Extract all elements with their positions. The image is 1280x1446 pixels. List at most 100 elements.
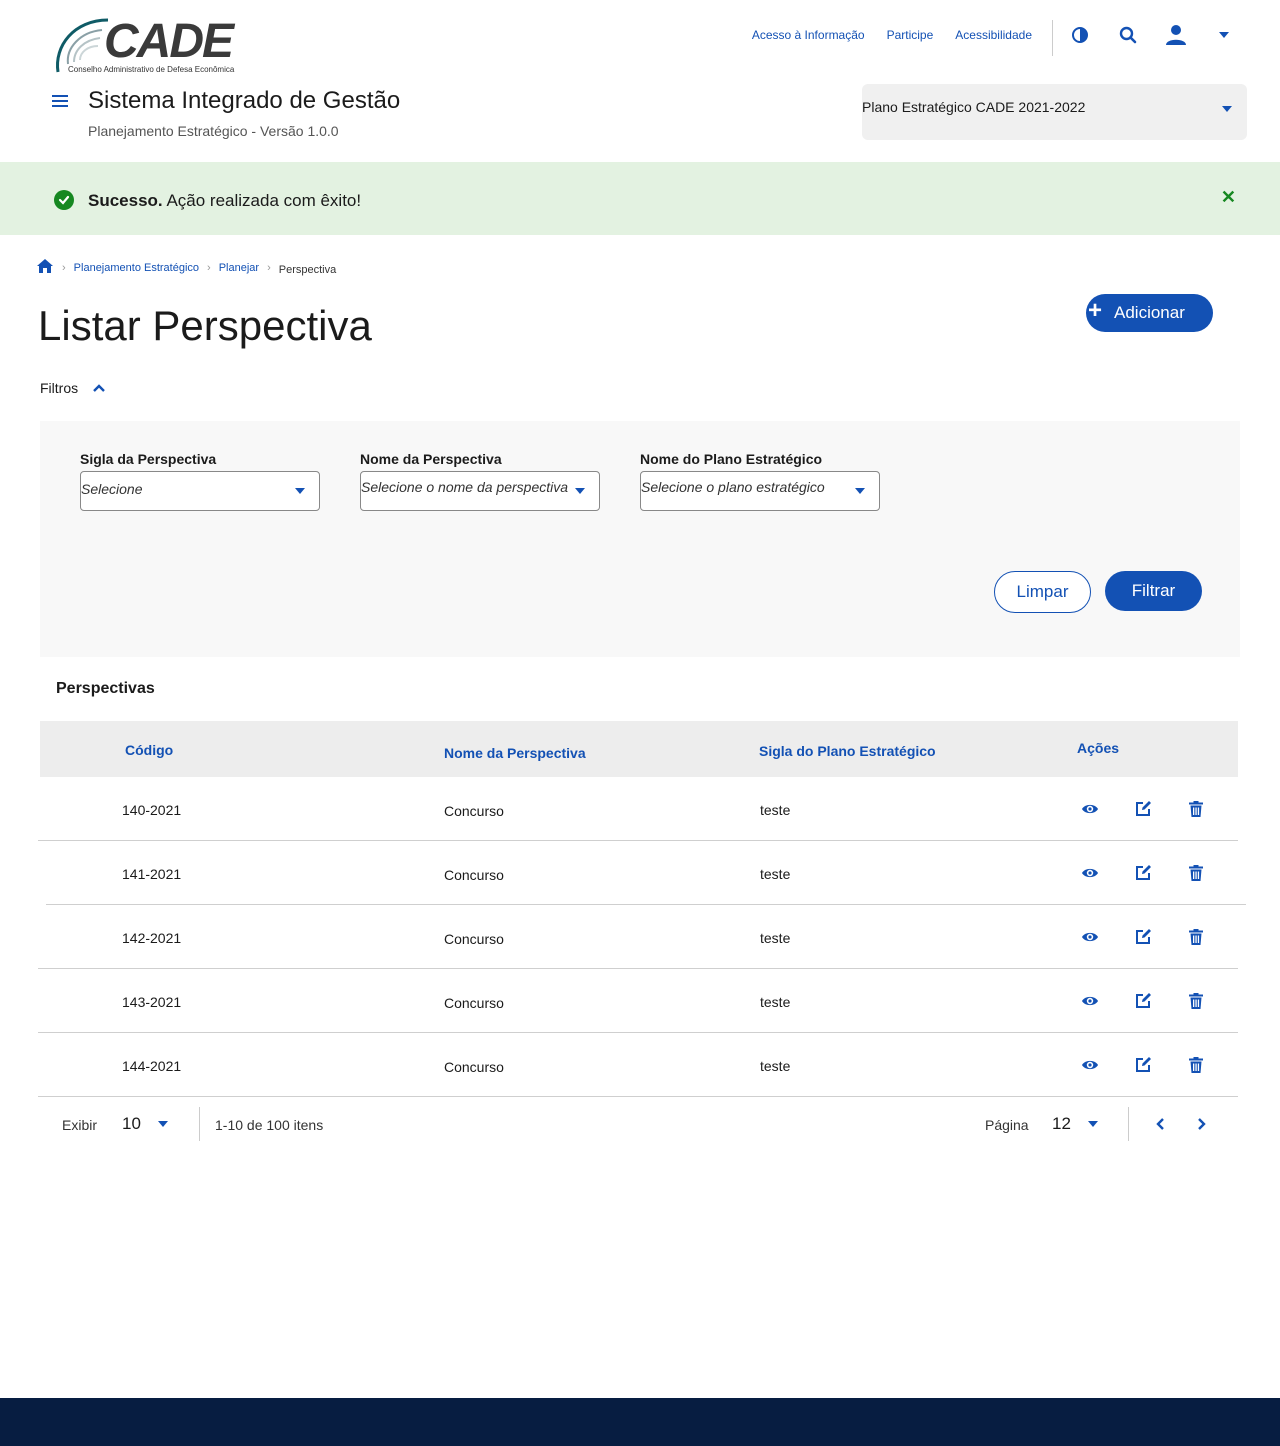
link-acessibilidade[interactable]: Acessibilidade (955, 28, 1032, 42)
per-page-select[interactable]: 10 (122, 1112, 178, 1136)
column-nome[interactable]: Nome da Perspectiva (444, 745, 586, 761)
edit-icon[interactable] (1134, 928, 1152, 946)
table-row: 140-2021 Concurso teste (38, 777, 1238, 841)
plan-select-value: Plano Estratégico CADE 2021-2022 (862, 99, 1086, 115)
cade-logo[interactable]: CADE Conselho Administrativo de Defesa E… (52, 15, 242, 76)
cell-nome: Concurso (444, 867, 504, 883)
pager-divider (199, 1107, 200, 1141)
filter-nome-label: Nome da Perspectiva (360, 451, 502, 467)
next-page-button[interactable] (1192, 1115, 1210, 1133)
delete-icon[interactable] (1187, 800, 1205, 818)
breadcrumb-current: Perspectiva (278, 263, 337, 276)
delete-icon[interactable] (1187, 928, 1205, 946)
delete-icon[interactable] (1187, 992, 1205, 1010)
chevron-right-icon: › (207, 261, 211, 274)
sigla-select[interactable]: Selecione (80, 471, 320, 511)
chevron-left-icon (1156, 1118, 1164, 1130)
page-title: Listar Perspectiva (38, 302, 372, 349)
per-page-value: 10 (122, 1114, 141, 1133)
add-button[interactable]: + Adicionar (1086, 294, 1213, 332)
cell-sigla: teste (760, 1058, 791, 1074)
pagination: Exibir 10 1-10 de 100 itens Página 12 (38, 1098, 1238, 1150)
system-subtitle: Planejamento Estratégico - Versão 1.0.0 (88, 123, 339, 139)
column-codigo[interactable]: Código (125, 742, 173, 758)
table-row: 142-2021 Concurso teste (38, 905, 1238, 969)
plan-select[interactable]: Plano Estratégico CADE 2021-2022 (862, 84, 1247, 140)
chevron-down-icon (1222, 106, 1232, 112)
nome-select-placeholder: Selecione o nome da perspectiva (361, 479, 569, 495)
home-icon[interactable] (36, 258, 54, 277)
filter-plano-label: Nome do Plano Estratégico (640, 451, 823, 467)
cell-sigla: teste (760, 866, 791, 882)
cell-sigla: teste (760, 802, 791, 818)
cell-codigo: 144-2021 (122, 1058, 182, 1074)
filters-toggle[interactable]: Filtros (40, 380, 106, 396)
filter-sigla-label: Sigla da Perspectiva (80, 451, 217, 467)
contrast-icon[interactable] (1069, 24, 1091, 46)
user-icon[interactable] (1165, 24, 1187, 46)
alert-strong: Sucesso. (88, 191, 163, 210)
delete-icon[interactable] (1187, 1056, 1205, 1074)
table-row: 144-2021 Concurso teste (38, 1033, 1238, 1097)
plano-select[interactable]: Selecione o plano estratégico (640, 471, 880, 511)
edit-icon[interactable] (1134, 864, 1152, 882)
cell-sigla: teste (760, 930, 791, 946)
view-icon[interactable] (1081, 928, 1099, 946)
chevron-right-icon (1198, 1118, 1206, 1130)
alert-text: Ação realizada com êxito! (162, 191, 362, 210)
sigla-select-placeholder: Selecione (81, 481, 143, 497)
check-circle-icon (54, 190, 74, 210)
filter-panel: Sigla da Perspectiva Selecione Nome da P… (40, 421, 1240, 657)
per-page-label: Exibir (62, 1117, 98, 1133)
table-row: 143-2021 Concurso teste (38, 969, 1238, 1033)
breadcrumb: › Planejamento Estratégico › Planejar › … (36, 258, 336, 277)
cell-nome: Concurso (444, 803, 504, 819)
success-alert: Sucesso. Ação realizada com êxito! ✕ (0, 162, 1280, 235)
chevron-down-icon (855, 488, 865, 494)
prev-page-button[interactable] (1152, 1115, 1170, 1133)
plano-select-placeholder: Selecione o plano estratégico (641, 479, 825, 495)
edit-icon[interactable] (1134, 1056, 1152, 1074)
menu-icon[interactable] (52, 95, 68, 111)
filter-sigla: Sigla da Perspectiva Selecione (80, 451, 320, 511)
page-label: Página (985, 1117, 1029, 1133)
cell-sigla: teste (760, 994, 791, 1010)
chevron-right-icon: › (62, 261, 66, 274)
table-header: Código Nome da Perspectiva Sigla do Plan… (40, 721, 1238, 777)
system-title: Sistema Integrado de Gestão (88, 87, 401, 114)
chevron-down-icon[interactable] (1213, 24, 1235, 46)
view-icon[interactable] (1081, 992, 1099, 1010)
breadcrumb-planejar[interactable]: Planejar (219, 262, 259, 274)
items-range: 1-10 de 100 itens (215, 1117, 324, 1133)
view-icon[interactable] (1081, 800, 1099, 818)
top-links: Acesso à Informação Participe Acessibili… (752, 28, 1032, 42)
chevron-down-icon (158, 1121, 168, 1127)
chevron-down-icon (1088, 1121, 1098, 1127)
edit-icon[interactable] (1134, 992, 1152, 1010)
column-sigla[interactable]: Sigla do Plano Estratégico (759, 743, 936, 759)
plus-icon: + (1088, 297, 1103, 324)
edit-icon[interactable] (1134, 800, 1152, 818)
link-participe[interactable]: Participe (887, 28, 934, 42)
filters-toggle-label: Filtros (40, 380, 79, 396)
link-acesso-informacao[interactable]: Acesso à Informação (752, 28, 865, 42)
cell-codigo: 142-2021 (122, 930, 182, 946)
add-button-label: Adicionar (1114, 303, 1185, 322)
nome-select[interactable]: Selecione o nome da perspectiva (360, 471, 600, 511)
header-divider (1052, 20, 1053, 56)
view-icon[interactable] (1081, 1056, 1099, 1074)
delete-icon[interactable] (1187, 864, 1205, 882)
filter-button[interactable]: Filtrar (1105, 571, 1202, 611)
page-value: 12 (1052, 1114, 1071, 1133)
footer (0, 1398, 1280, 1446)
search-icon[interactable] (1117, 24, 1139, 46)
close-icon[interactable]: ✕ (1221, 187, 1236, 208)
breadcrumb-planejamento[interactable]: Planejamento Estratégico (74, 262, 199, 274)
page-select[interactable]: 12 (1052, 1112, 1102, 1136)
alert-message: Sucesso. Ação realizada com êxito! (88, 191, 361, 211)
filter-plano: Nome do Plano Estratégico Selecione o pl… (640, 451, 880, 511)
clear-button[interactable]: Limpar (994, 571, 1091, 613)
view-icon[interactable] (1081, 864, 1099, 882)
cell-nome: Concurso (444, 931, 504, 947)
logo-text: CADE (104, 15, 234, 68)
